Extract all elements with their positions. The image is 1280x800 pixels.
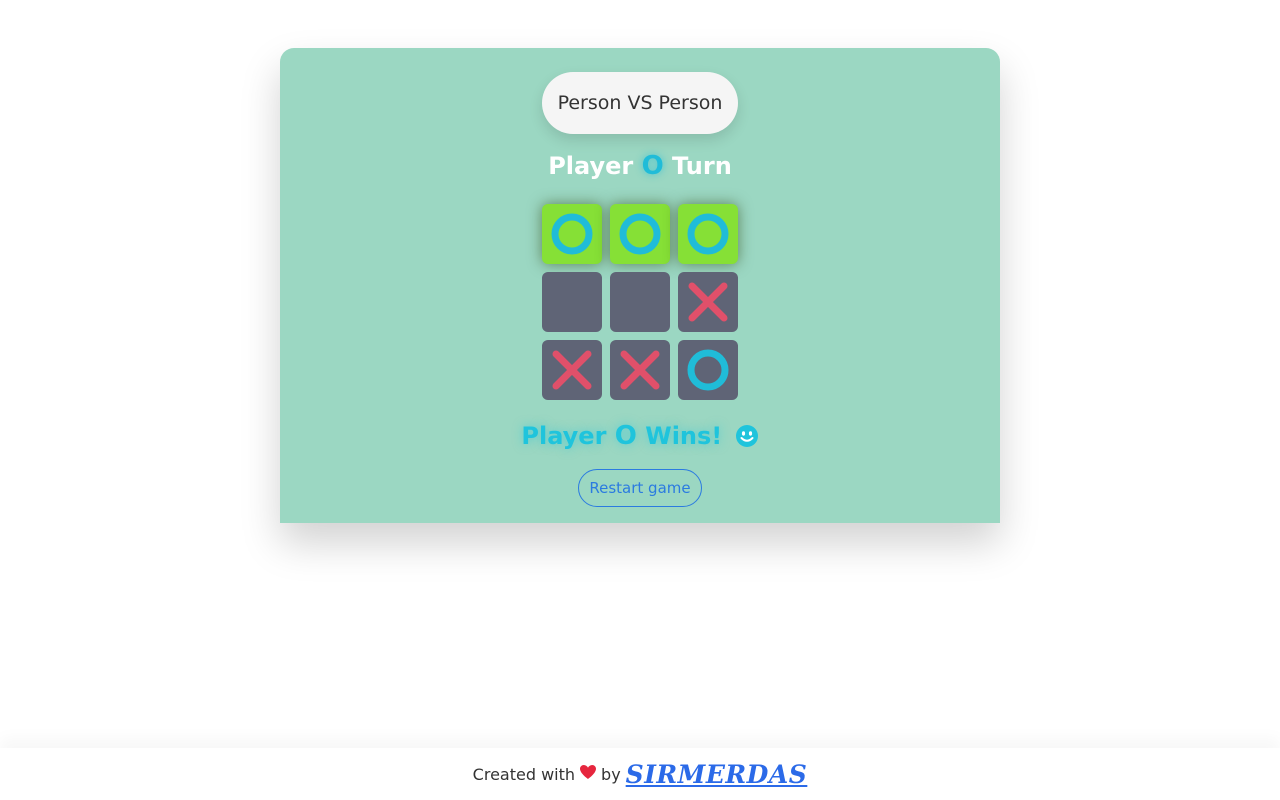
board-cell[interactable] — [610, 204, 670, 264]
x-mark-icon — [688, 282, 728, 322]
board-cell[interactable] — [678, 340, 738, 400]
turn-mark: O — [641, 151, 664, 181]
game-board — [542, 204, 738, 400]
author-link[interactable]: SIRMERDAS — [626, 760, 808, 789]
board-cell[interactable] — [542, 272, 602, 332]
board-cell[interactable] — [610, 272, 670, 332]
board-cell[interactable] — [542, 340, 602, 400]
heart-icon — [579, 764, 597, 784]
board-cell[interactable] — [678, 204, 738, 264]
turn-prefix: Player — [548, 152, 634, 180]
result-message: Player O Wins! — [280, 421, 1000, 454]
o-mark-icon — [687, 349, 729, 391]
footer-by-text: by — [601, 764, 621, 784]
result-suffix: Wins! — [645, 422, 723, 450]
footer: Created with by SIRMERDAS — [0, 748, 1280, 800]
turn-suffix: Turn — [672, 152, 732, 180]
board-cell[interactable] — [610, 340, 670, 400]
x-mark-icon — [620, 350, 660, 390]
x-mark-icon — [552, 350, 592, 390]
result-mark: O — [614, 421, 637, 451]
smiley-icon — [735, 424, 759, 454]
result-prefix: Player — [521, 422, 607, 450]
o-mark-icon — [551, 213, 593, 255]
turn-indicator: Player O Turn — [280, 151, 1000, 181]
board-cell[interactable] — [678, 272, 738, 332]
restart-game-button[interactable]: Restart game — [578, 469, 702, 507]
o-mark-icon — [619, 213, 661, 255]
board-cell[interactable] — [542, 204, 602, 264]
footer-created-text: Created with — [472, 764, 576, 784]
o-mark-icon — [687, 213, 729, 255]
mode-toggle-button[interactable]: Person VS Person — [542, 72, 738, 134]
game-card: Person VS Person Player O Turn Player O … — [280, 48, 1000, 523]
